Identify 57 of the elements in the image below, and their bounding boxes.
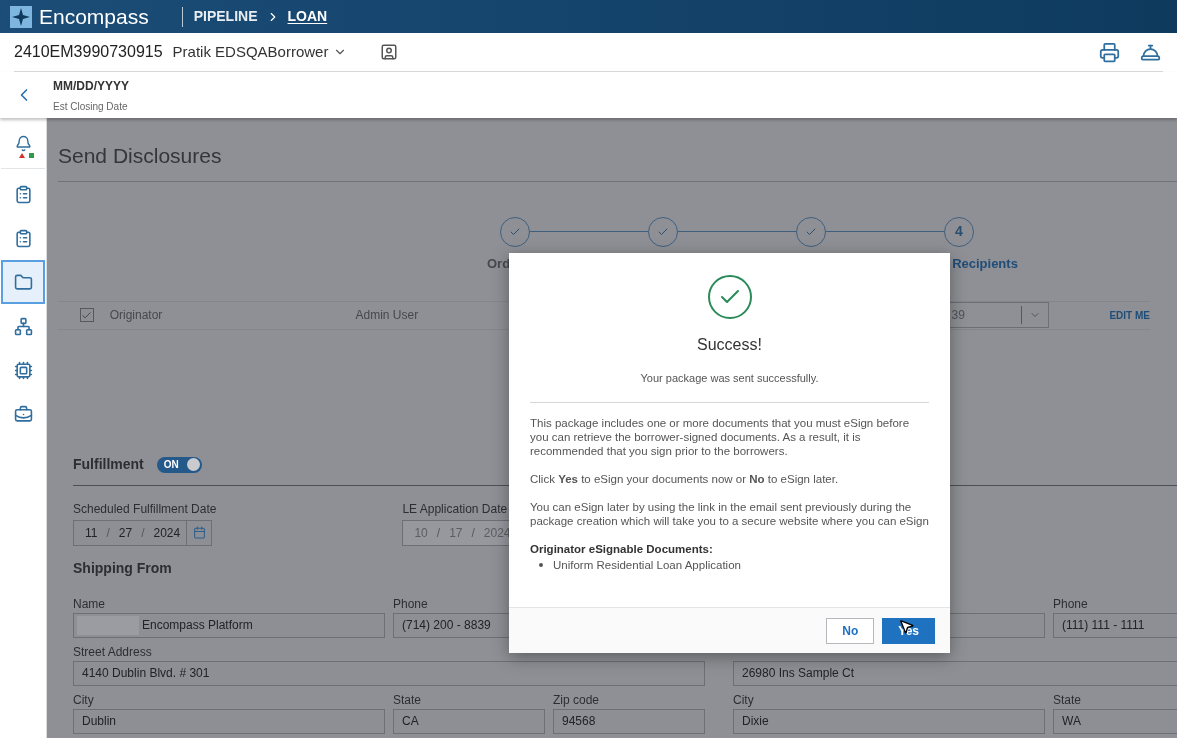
- no-button[interactable]: No: [826, 617, 875, 644]
- input-field[interactable]: (111) 111 - 1111: [1053, 612, 1177, 638]
- input-field[interactable]: 26980 Ins Sample Ct: [733, 660, 1177, 686]
- field-label: Zip code: [553, 691, 601, 708]
- field-label: City: [73, 691, 95, 708]
- field-label: Phone: [393, 595, 429, 612]
- brand-name: Encompass: [39, 3, 149, 30]
- dialog-subtitle: Your package was sent successfully.: [640, 371, 819, 386]
- date-value: MM/DD/YYYY: [53, 77, 129, 95]
- toggle-switch[interactable]: ON: [156, 456, 202, 473]
- input-field[interactable]: WA: [1053, 708, 1177, 734]
- briefcase-icon: [13, 404, 33, 424]
- field-label: Scheduled Fulfillment Date: [73, 500, 217, 518]
- input-field[interactable]: Dixie: [733, 708, 1045, 734]
- recipient-name: Admin User: [355, 307, 420, 324]
- input-field[interactable]: Dublin: [73, 708, 385, 734]
- network-icon: [13, 316, 33, 336]
- breadcrumb-link[interactable]: PIPELINE: [193, 6, 258, 27]
- list-icon: [13, 184, 33, 204]
- bullet-icon: [539, 562, 543, 567]
- input-field[interactable]: CA: [393, 708, 545, 734]
- breadcrumb-link[interactable]: LOAN: [287, 6, 328, 27]
- page-title: Send Disclosures: [58, 144, 222, 167]
- field-label: Name: [73, 595, 106, 612]
- contact-card-icon[interactable]: [380, 43, 399, 61]
- chip-icon: [13, 360, 33, 380]
- printer-icon[interactable]: [1099, 41, 1120, 63]
- section-title: Shipping From: [73, 559, 172, 576]
- folder-icon: [13, 272, 33, 292]
- input-field[interactable]: 4140 Dublin Blvd. # 301: [73, 660, 705, 686]
- checkbox[interactable]: [80, 308, 94, 322]
- list-icon: [13, 228, 33, 248]
- field-label: State: [393, 691, 423, 708]
- dialog-paragraph: Click Yes to eSign your documents now or No to eSign later.: [530, 471, 840, 486]
- section-title: Fulfillment: [73, 455, 144, 474]
- recipient-role: Originator: [109, 307, 164, 324]
- loan-number: 2410EM3990730915: [14, 42, 163, 62]
- dialog-title: Success!: [697, 335, 762, 355]
- borrower-dropdown[interactable]: Pratik EDSQABorrower: [172, 40, 348, 64]
- field-label: Phone: [1053, 595, 1089, 612]
- step-label: Ord: [487, 254, 511, 273]
- edit-link[interactable]: EDIT ME: [1109, 307, 1150, 323]
- step-label: Recipients: [952, 254, 1018, 273]
- field-label: LE Application Date: [402, 500, 508, 518]
- date-label: Est Closing Date: [53, 99, 129, 114]
- field-label: State: [1053, 691, 1083, 708]
- sidebar-item[interactable]: [1, 260, 45, 304]
- field-label: City: [733, 691, 755, 708]
- logo-icon: [10, 5, 32, 28]
- input-field[interactable]: 94568: [553, 708, 705, 734]
- check-icon: [81, 309, 93, 321]
- success-check-icon: [707, 275, 752, 319]
- date-field[interactable]: 11 / 27 / 2024: [73, 519, 212, 546]
- input-field[interactable]: Encompass Platform: [73, 612, 385, 638]
- field-label: Street Address: [73, 643, 153, 660]
- dialog-paragraph: This package includes one or more documents that you must eSign before you can retrieve the borrower-signed documents. As a result, it is recommended that you sign prior to the borrowers.: [530, 415, 911, 458]
- document-name: Uniform Residential Loan Application: [553, 557, 741, 572]
